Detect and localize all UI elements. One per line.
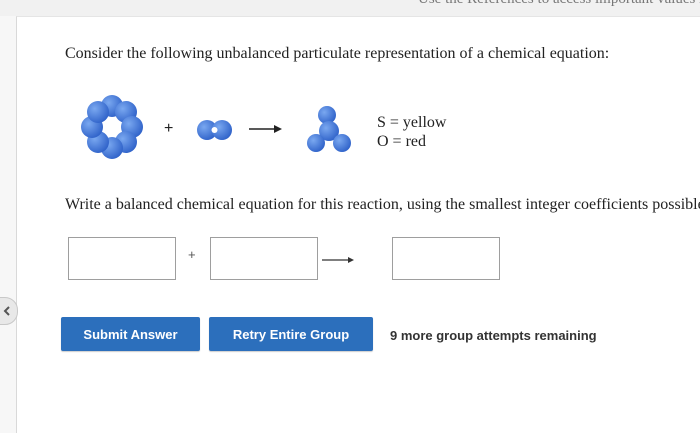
reactant-1-input[interactable]	[68, 237, 176, 280]
chevron-left-icon	[3, 306, 10, 316]
equation-plus: +	[164, 120, 174, 137]
question-text: Consider the following unbalanced partic…	[65, 45, 610, 62]
answer-arrow-icon	[322, 257, 354, 263]
answer-plus: +	[188, 247, 196, 262]
product-input[interactable]	[392, 237, 500, 280]
legend-sulfur: S = yellow	[377, 114, 447, 131]
attempts-remaining: 9 more group attempts remaining	[390, 328, 597, 343]
submit-answer-button[interactable]: Submit Answer	[61, 317, 200, 351]
legend-oxygen: O = red	[377, 133, 427, 150]
color-legend: S = yellow O = red	[377, 113, 446, 151]
header-strip: Use the References to access important v…	[0, 0, 700, 16]
reactant-2-input[interactable]	[210, 237, 318, 280]
instructions-text: Write a balanced chemical equation for t…	[65, 196, 700, 213]
question-panel	[16, 16, 700, 433]
retry-group-button[interactable]: Retry Entire Group	[209, 317, 373, 351]
references-note: Use the References to access important v…	[418, 0, 700, 8]
